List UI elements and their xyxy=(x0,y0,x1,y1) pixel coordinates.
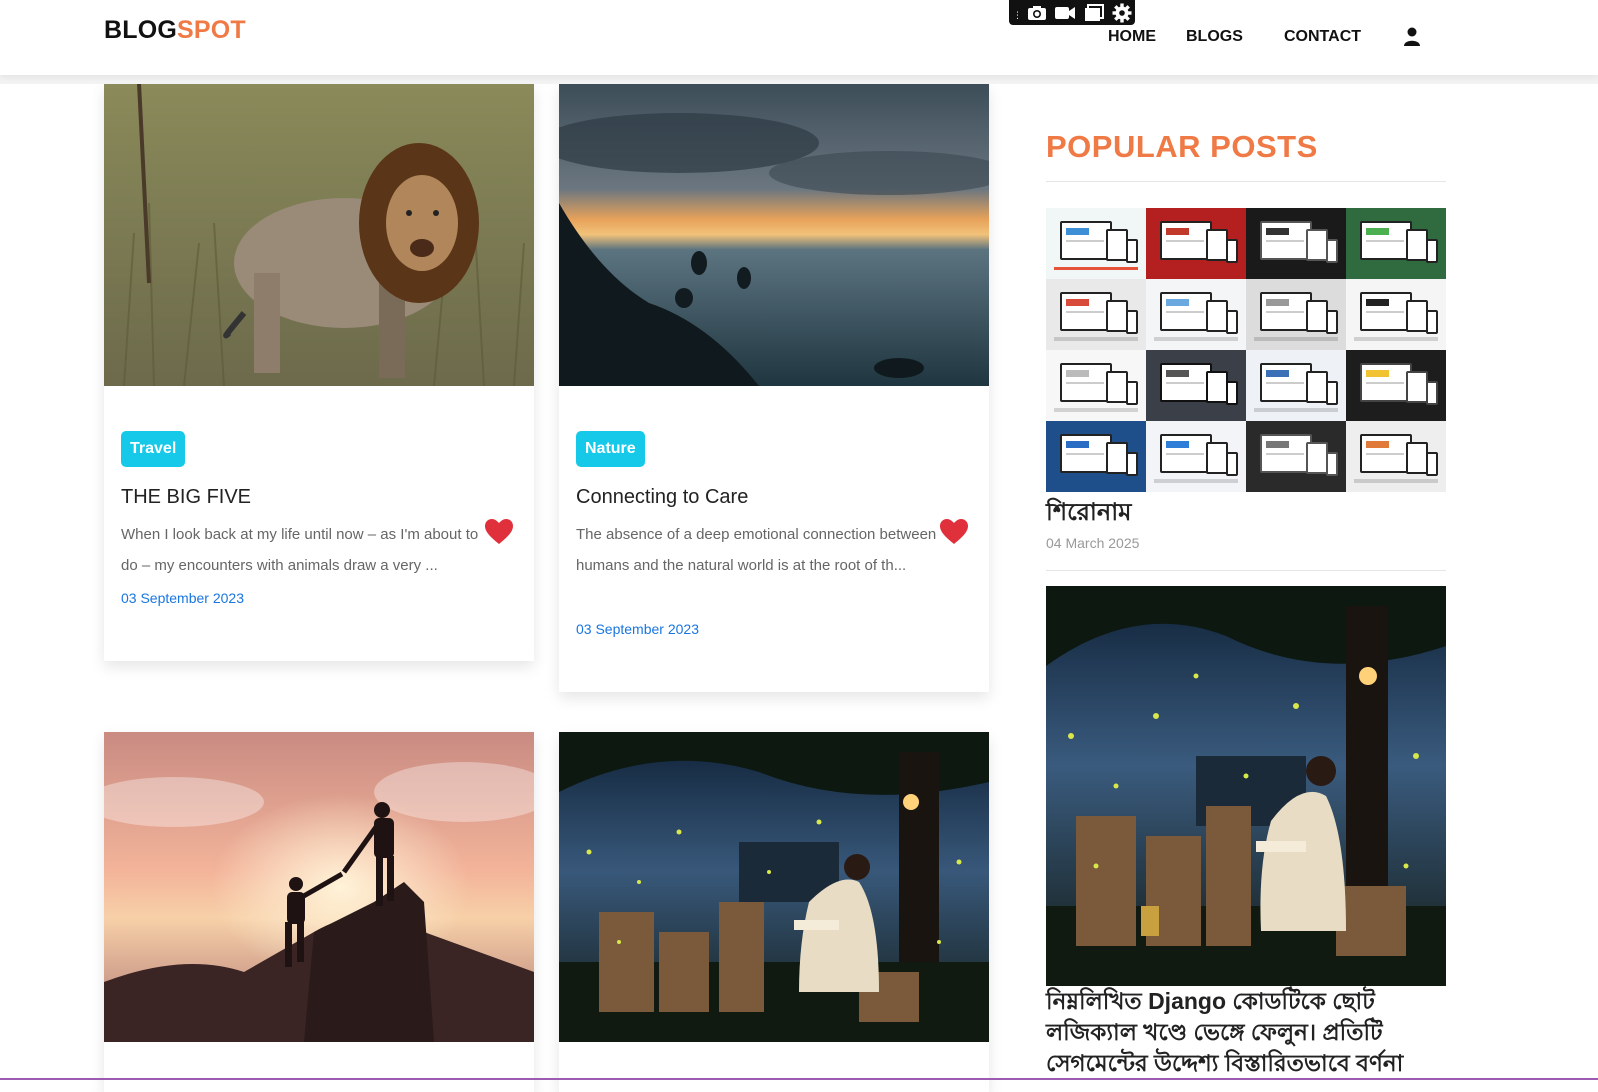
collage-tile xyxy=(1246,279,1346,350)
popular-post-date: 04 March 2025 xyxy=(1046,535,1140,551)
post-image-lion[interactable] xyxy=(104,83,534,386)
nav-contact[interactable]: CONTACT xyxy=(1284,28,1361,46)
category-badge[interactable]: Nature xyxy=(576,431,645,467)
settings-icon[interactable] xyxy=(1110,2,1136,24)
video-icon[interactable] xyxy=(1053,2,1079,24)
post-excerpt: The absence of a deep emotional connecti… xyxy=(576,526,937,574)
collage-tile xyxy=(1346,208,1446,279)
popular-posts-heading: POPULAR POSTS xyxy=(1046,129,1318,164)
collage-tile xyxy=(1046,208,1146,279)
post-image-sunset-sea[interactable] xyxy=(559,83,989,386)
collage-tile xyxy=(1146,279,1246,350)
collage-tile xyxy=(1246,208,1346,279)
post-date: 03 September 2023 xyxy=(121,590,244,606)
post-card[interactable] xyxy=(559,732,989,1092)
drag-handle[interactable]: ⋮ xyxy=(1013,2,1022,24)
post-image-reading-girl[interactable] xyxy=(559,732,989,1042)
collage-tile xyxy=(1346,350,1446,421)
collage-tile xyxy=(1246,421,1346,492)
nav-blogs[interactable]: BLOGS xyxy=(1186,28,1243,46)
collage-tile xyxy=(1146,208,1246,279)
site-header: BLOGSPOT HOME BLOGS CONTACT xyxy=(0,0,1598,75)
window-icon[interactable] xyxy=(1081,2,1107,24)
popular-post-title[interactable]: নিম্নলিখিত Django কোডটিকে ছোট লজিক্যাল খ… xyxy=(1046,986,1446,1079)
camera-icon[interactable] xyxy=(1024,2,1050,24)
collage-tile xyxy=(1346,421,1446,492)
post-image-helping-hand[interactable] xyxy=(104,732,534,1042)
heart-icon[interactable] xyxy=(940,519,968,545)
popular-post-image-reading-girl[interactable] xyxy=(1046,586,1446,986)
logo-part-spot: SPOT xyxy=(177,16,246,44)
post-card[interactable] xyxy=(104,732,534,1092)
collage-tile xyxy=(1146,350,1246,421)
collage-tile xyxy=(1046,350,1146,421)
popular-post-title[interactable]: শিরোনাম xyxy=(1046,494,1131,534)
heart-icon[interactable] xyxy=(485,519,513,545)
collage-tile xyxy=(1346,279,1446,350)
post-title[interactable]: Connecting to Care xyxy=(576,486,748,509)
header-shadow-band xyxy=(0,75,1598,84)
nav-home[interactable]: HOME xyxy=(1108,28,1156,46)
post-date: 03 September 2023 xyxy=(576,621,699,637)
post-excerpt: When I look back at my life until now – … xyxy=(121,526,479,574)
divider xyxy=(1046,570,1446,571)
post-card[interactable]: Travel THE BIG FIVE When I look back at … xyxy=(104,83,534,661)
post-title[interactable]: THE BIG FIVE xyxy=(121,486,251,509)
popular-post-image-collage[interactable] xyxy=(1046,208,1446,492)
divider xyxy=(1046,181,1446,182)
user-icon[interactable] xyxy=(1403,27,1421,47)
collage-tile xyxy=(1146,421,1246,492)
site-logo[interactable]: BLOGSPOT xyxy=(104,16,246,45)
category-badge[interactable]: Travel xyxy=(121,431,186,467)
capture-toolbar: ⋮ xyxy=(1009,0,1135,25)
collage-tile xyxy=(1046,279,1146,350)
logo-part-blog: BLOG xyxy=(104,16,178,44)
post-card[interactable]: Nature Connecting to Care The absence of… xyxy=(559,83,989,692)
collage-tile xyxy=(1246,350,1346,421)
collage-tile xyxy=(1046,421,1146,492)
